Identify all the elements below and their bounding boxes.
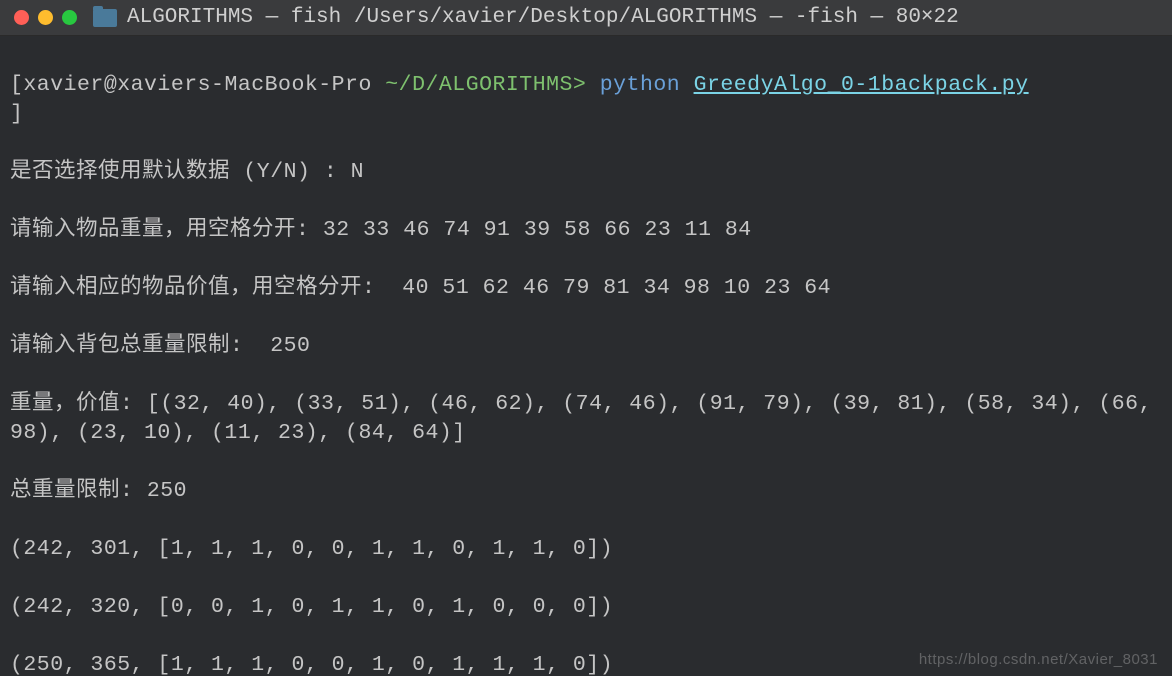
terminal-window: ALGORITHMS — fish /Users/xavier/Desktop/… (0, 0, 1172, 676)
maximize-button[interactable] (62, 10, 77, 25)
close-button[interactable] (14, 10, 29, 25)
output-line: 总重量限制: 250 (10, 477, 1162, 506)
prompt-arrow: > (573, 73, 586, 97)
traffic-lights (14, 10, 77, 25)
window-title: ALGORITHMS — fish /Users/xavier/Desktop/… (127, 6, 959, 29)
output-line: (242, 320, [0, 0, 1, 0, 1, 1, 0, 1, 0, 0… (10, 593, 1162, 622)
command-python: python (600, 73, 680, 97)
watermark: https://blog.csdn.net/Xavier_8031 (919, 650, 1158, 670)
prompt-line-1: [xavier@xaviers-MacBook-Pro ~/D/ALGORITH… (10, 71, 1162, 129)
bracket-open: [ (10, 73, 23, 97)
output-line: 请输入背包总重量限制: 250 (10, 332, 1162, 361)
command-file: GreedyAlgo_0-1backpack.py (694, 73, 1029, 97)
terminal-body[interactable]: [xavier@xaviers-MacBook-Pro ~/D/ALGORITH… (0, 36, 1172, 676)
output-line: (242, 301, [1, 1, 1, 0, 0, 1, 1, 0, 1, 1… (10, 535, 1162, 564)
prompt-path: ~/D/ALGORITHMS (385, 73, 573, 97)
output-line: 请输入相应的物品价值，用空格分开: 40 51 62 46 79 81 34 9… (10, 274, 1162, 303)
titlebar: ALGORITHMS — fish /Users/xavier/Desktop/… (0, 0, 1172, 36)
output-line: 重量，价值: [(32, 40), (33, 51), (46, 62), (7… (10, 390, 1162, 448)
output-line: 是否选择使用默认数据 (Y/N) : N (10, 158, 1162, 187)
output-line: 请输入物品重量，用空格分开: 32 33 46 74 91 39 58 66 2… (10, 216, 1162, 245)
prompt-user-host: xavier@xaviers-MacBook-Pro (23, 73, 371, 97)
bracket-close: ] (10, 102, 23, 126)
minimize-button[interactable] (38, 10, 53, 25)
folder-icon (93, 9, 117, 27)
